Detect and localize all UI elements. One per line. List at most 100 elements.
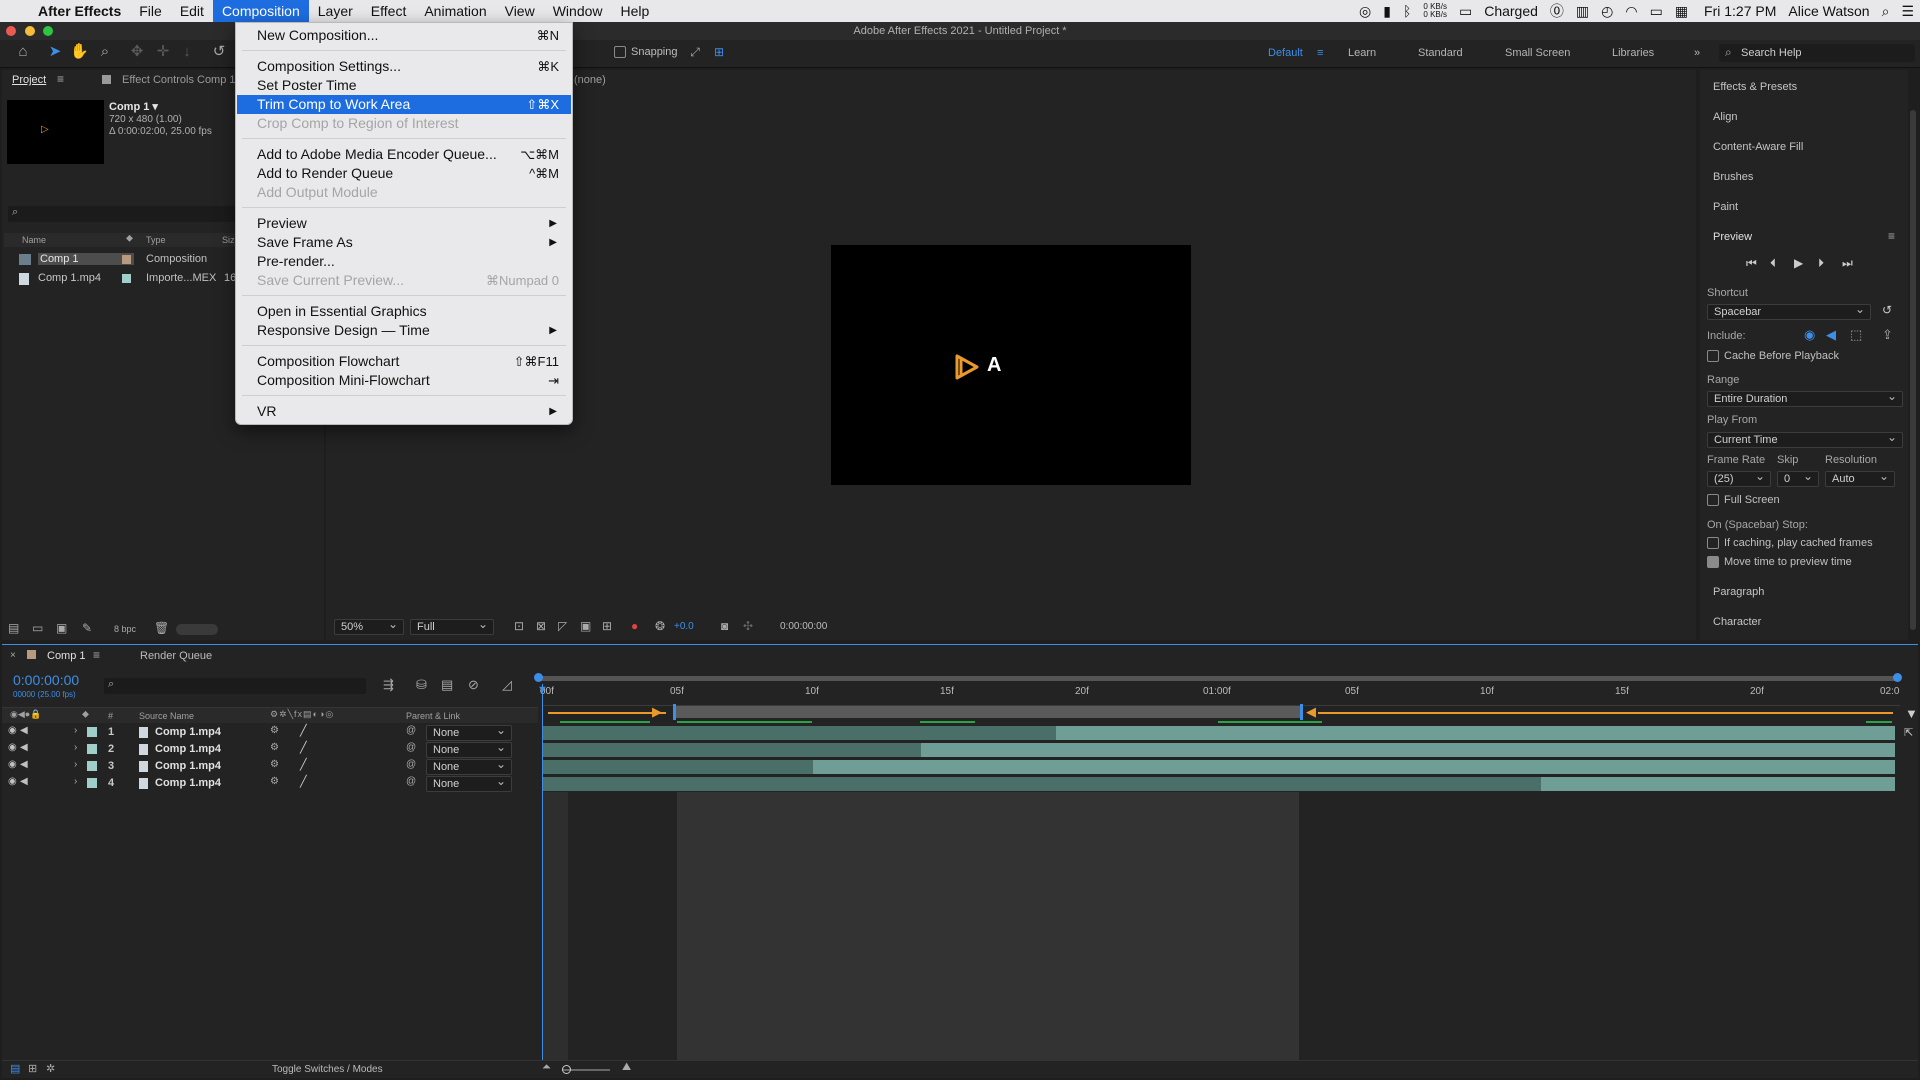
pan-tool-icon[interactable]: ✛: [154, 43, 172, 61]
pick-whip-icon[interactable]: @: [406, 725, 416, 736]
menu-item-open-in-essential-graphics[interactable]: Open in Essential Graphics: [237, 302, 571, 321]
menu-view[interactable]: View: [496, 0, 544, 22]
effect-controls-tab[interactable]: Effect Controls Comp 1: [122, 74, 236, 86]
right-panel-scrollbar[interactable]: [1910, 110, 1916, 630]
move-time-option[interactable]: Move time to preview time: [1707, 556, 1852, 569]
control-center-icon[interactable]: ☰: [1895, 3, 1920, 20]
menu-item-save-frame-as[interactable]: Save Frame As ▶: [237, 233, 571, 252]
project-tab-menu-icon[interactable]: ≡: [57, 72, 64, 86]
timeline-close-icon[interactable]: ×: [10, 650, 16, 661]
audio-speaker-icon[interactable]: ◀: [20, 725, 28, 736]
show-snapshot-icon[interactable]: ✣: [743, 619, 753, 633]
wifi-icon[interactable]: ◠: [1619, 3, 1643, 20]
menu-item-set-poster-time[interactable]: Set Poster Time: [237, 76, 571, 95]
viewer-timecode[interactable]: 0:00:00:00: [780, 621, 827, 632]
menu-effect[interactable]: Effect: [362, 0, 416, 22]
col-name[interactable]: Name: [22, 235, 46, 245]
timeline-layer-row[interactable]: ◉ ◀ › 3 Comp 1.mp4 ⚙ ╱ @ None: [0, 757, 538, 775]
content-aware-fill-section[interactable]: Content-Aware Fill: [1713, 141, 1803, 153]
menu-help[interactable]: Help: [612, 0, 659, 22]
collapse-switch-icon[interactable]: ⚙: [270, 725, 279, 736]
work-area-bar[interactable]: [673, 706, 1303, 718]
layer-number-header[interactable]: #: [108, 711, 113, 721]
battery-icon[interactable]: ▭: [1453, 3, 1478, 20]
interpret-footage-icon[interactable]: ▤: [8, 621, 19, 635]
expand-layer-icon[interactable]: ›: [74, 742, 77, 753]
project-item-comp1[interactable]: Comp 1 Composition: [14, 252, 236, 268]
modes-pane-icon[interactable]: ⊞: [28, 1062, 37, 1075]
timeline-current-time[interactable]: 0:00:00:00: [13, 672, 79, 688]
range-dropdown[interactable]: Entire Duration: [1707, 389, 1903, 407]
audio-speaker-icon[interactable]: ◀: [20, 759, 28, 770]
workspace-libraries[interactable]: Libraries: [1612, 47, 1654, 59]
character-section[interactable]: Character: [1713, 616, 1761, 628]
align-section[interactable]: Align: [1713, 111, 1737, 123]
include-video-icon[interactable]: ◉: [1804, 327, 1815, 343]
timestretch-pane-icon[interactable]: ✲: [46, 1062, 55, 1075]
timeline-layer-row[interactable]: ◉ ◀ › 1 Comp 1.mp4 ⚙ ╱ @ None: [0, 723, 538, 741]
brushes-section[interactable]: Brushes: [1713, 171, 1753, 183]
menu-app-name[interactable]: After Effects: [29, 0, 130, 22]
source-name-header[interactable]: Source Name: [139, 711, 194, 721]
work-area-end-marker[interactable]: [1300, 704, 1303, 720]
layer-2-duration-bar[interactable]: [543, 743, 1895, 757]
menu-item-add-to-media-encoder[interactable]: Add to Adobe Media Encoder Queue... ⌥⌘M: [237, 145, 571, 164]
menu-item-pre-render[interactable]: Pre-render...: [237, 252, 571, 271]
layer-3-duration-bar[interactable]: [543, 760, 1895, 774]
home-icon[interactable]: ⌂: [14, 43, 32, 61]
time-navigator-end-handle[interactable]: [1893, 673, 1902, 682]
quality-switch-icon[interactable]: ╱: [300, 741, 307, 754]
include-audio-icon[interactable]: ◀: [1826, 327, 1836, 343]
comp-mini-flowchart-icon[interactable]: ⇶: [383, 677, 394, 693]
resolution-dropdown[interactable]: Full: [410, 617, 494, 635]
collapse-switch-icon[interactable]: ⚙: [270, 776, 279, 787]
quality-switch-icon[interactable]: ╱: [300, 724, 307, 737]
layer-1-duration-bar[interactable]: [543, 726, 1895, 740]
user-name[interactable]: Alice Watson: [1782, 3, 1875, 19]
pick-whip-icon[interactable]: @: [406, 759, 416, 770]
layer-switches-icon[interactable]: ▤: [10, 1062, 20, 1075]
more-workspaces-icon[interactable]: »: [1694, 47, 1700, 59]
visibility-eye-icon[interactable]: ◉: [8, 759, 17, 770]
layer-label-swatch[interactable]: [87, 778, 97, 788]
label-column-icon[interactable]: ⬥: [82, 709, 89, 720]
visibility-eye-icon[interactable]: ◉: [8, 776, 17, 787]
region-of-interest-icon[interactable]: ▣: [580, 619, 591, 633]
paint-section[interactable]: Paint: [1713, 201, 1738, 213]
menu-edit[interactable]: Edit: [171, 0, 213, 22]
include-export-icon[interactable]: ⇪: [1882, 327, 1893, 343]
zoom-out-icon[interactable]: ⏶: [542, 1061, 551, 1074]
grid-guides-icon[interactable]: ⊞: [602, 619, 612, 633]
rotate-tool-icon[interactable]: ↺: [210, 43, 228, 61]
preview-menu-icon[interactable]: ≡: [1888, 229, 1895, 243]
menu-item-add-output-module[interactable]: Add Output Module: [237, 183, 571, 202]
expand-layer-icon[interactable]: ›: [74, 759, 77, 770]
zoom-window-icon[interactable]: [43, 26, 53, 36]
frame-blending-icon[interactable]: ⊘: [468, 677, 479, 693]
time-navigator-start-handle[interactable]: [534, 673, 543, 682]
preview-resolution-dropdown[interactable]: Auto: [1825, 469, 1895, 487]
snap-edge-icon[interactable]: ⤢: [686, 43, 704, 61]
snapping-toggle[interactable]: Snapping: [614, 46, 678, 59]
accessibility-icon[interactable]: ⓪: [1544, 1, 1570, 21]
timeline-comp-tab[interactable]: Comp 1: [47, 650, 86, 662]
full-screen-option[interactable]: Full Screen: [1707, 494, 1780, 507]
playhead-handle-icon[interactable]: ▼: [537, 684, 548, 696]
menu-item-add-to-render-queue[interactable]: Add to Render Queue ^⌘M: [237, 164, 571, 183]
audio-speaker-icon[interactable]: ◀: [20, 742, 28, 753]
hand-tool-icon[interactable]: ✋: [70, 43, 89, 61]
work-area-start-marker[interactable]: [673, 704, 676, 720]
zoom-dropdown[interactable]: 50%: [334, 617, 404, 635]
menu-item-preview[interactable]: Preview ▶: [237, 214, 571, 233]
menu-item-crop-comp-to-roi[interactable]: Crop Comp to Region of Interest: [237, 114, 571, 133]
color-channels-icon[interactable]: ●: [631, 619, 638, 633]
clock[interactable]: Fri 1:27 PM: [1694, 3, 1782, 19]
paragraph-section[interactable]: Paragraph: [1713, 586, 1764, 598]
layer-source-name[interactable]: Comp 1.mp4: [155, 743, 221, 755]
time-machine-icon[interactable]: ◴: [1595, 3, 1619, 20]
battery-menu-icon[interactable]: ▭: [1644, 3, 1669, 20]
project-search-input[interactable]: ⌕: [8, 206, 236, 222]
shortcut-dropdown[interactable]: Spacebar: [1707, 302, 1871, 320]
snap-grid-icon[interactable]: ⊞: [710, 43, 728, 61]
next-frame-icon[interactable]: ⏵: [1818, 256, 1824, 271]
